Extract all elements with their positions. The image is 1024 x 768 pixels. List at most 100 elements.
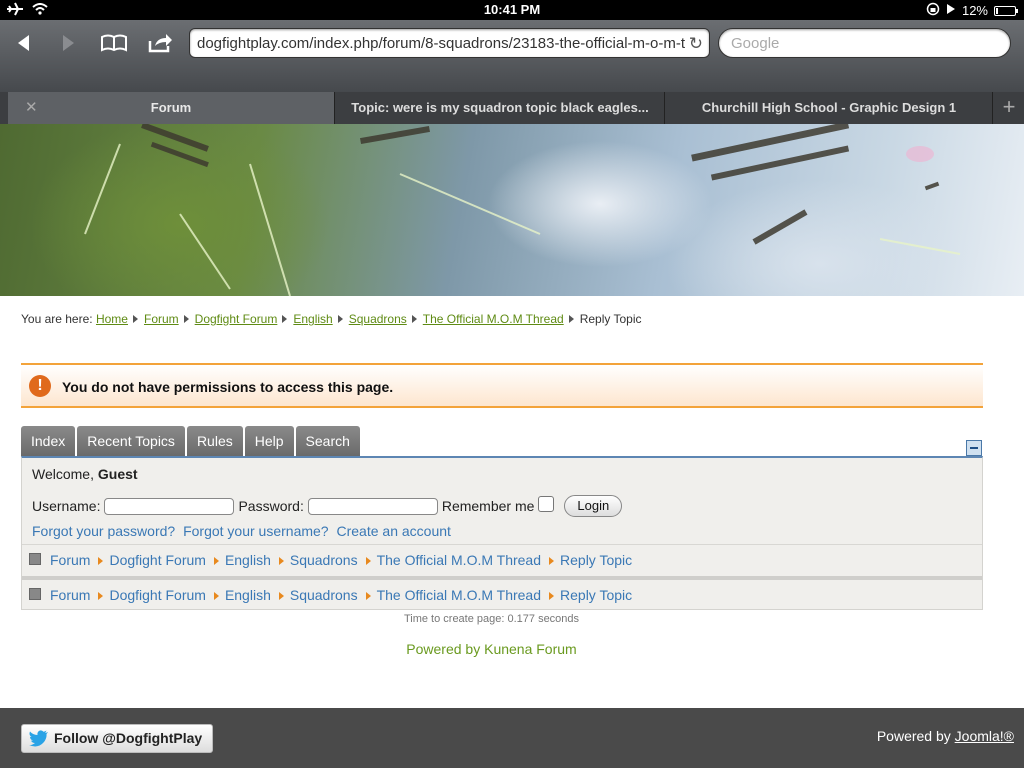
breadcrumb-english[interactable]: English [293, 312, 332, 326]
pathway-square-icon [29, 553, 41, 565]
pathway-item[interactable]: Forum [50, 587, 90, 603]
new-tab-button[interactable]: + [994, 92, 1024, 124]
pathway-item[interactable]: English [225, 587, 271, 603]
rotation-lock-icon [926, 2, 940, 19]
back-button[interactable] [6, 30, 42, 56]
browser-tab-topic[interactable]: Topic: were is my squadron topic black e… [336, 92, 665, 124]
forward-arrow-icon [63, 35, 74, 51]
browser-tab-churchill[interactable]: Churchill High School - Graphic Design 1 [666, 92, 993, 124]
breadcrumb-prefix: You are here: [21, 312, 93, 326]
browser-tab-forum[interactable]: ✕ Forum [8, 92, 335, 124]
pathway-item[interactable]: The Official M.O.M Thread [377, 552, 541, 568]
pathway-square-icon [29, 588, 41, 600]
pathway-arrow-icon [365, 592, 371, 600]
battery-percent: 12% [961, 3, 988, 18]
pathway-items: Forum Dogfight Forum English Squadrons The O… [50, 552, 632, 568]
site-banner [0, 124, 1024, 296]
breadcrumb-squadrons[interactable]: Squadrons [349, 312, 407, 326]
url-text: dogfightplay.com/index.php/forum/8-squad… [197, 35, 686, 52]
share-icon [148, 34, 172, 53]
url-field[interactable]: dogfightplay.com/index.php/forum/8-squad… [189, 28, 710, 58]
breadcrumb-mom-thread[interactable]: The Official M.O.M Thread [423, 312, 564, 326]
tab-label: Forum [150, 100, 192, 115]
back-arrow-icon [18, 35, 29, 51]
reload-icon[interactable]: ↻ [689, 34, 703, 54]
follow-twitter-button[interactable]: Follow @DogfightPlay [21, 724, 214, 753]
pathway-bottom: Forum Dogfight Forum English Squadrons The O… [22, 576, 982, 606]
breadcrumb-arrow-icon [282, 315, 288, 323]
pathway-item[interactable]: Squadrons [290, 587, 358, 603]
tab-label: Topic: were is my squadron topic black e… [351, 100, 649, 115]
pathway-arrow-icon [278, 557, 284, 565]
powered-by-kunena-link[interactable]: Powered by Kunena Forum [0, 641, 983, 657]
tab-rules[interactable]: Rules [186, 426, 243, 456]
welcome-prefix: Welcome, [32, 466, 94, 482]
breadcrumb-arrow-icon [183, 315, 189, 323]
pathway-arrow-icon [98, 592, 104, 600]
pathway-item[interactable]: Dogfight Forum [109, 587, 205, 603]
twitter-bird-icon [29, 730, 48, 747]
breadcrumb-dogfight-forum[interactable]: Dogfight Forum [195, 312, 278, 326]
collapse-icon[interactable] [966, 440, 982, 456]
powered-prefix: Powered by [876, 728, 951, 744]
pathway-arrow-icon [213, 557, 219, 565]
login-form: Username: Password: Remember me Login [32, 495, 623, 517]
warning-icon: ! [29, 375, 51, 397]
status-right: 12% [926, 2, 1018, 19]
biplane-scene-image [84, 124, 961, 296]
tab-help[interactable]: Help [244, 426, 294, 456]
pathway-arrow-icon [365, 557, 371, 565]
pathway-item[interactable]: Forum [50, 552, 90, 568]
password-input[interactable] [307, 497, 438, 515]
page-timing: Time to create page: 0.177 seconds [403, 613, 580, 625]
search-field[interactable]: Google [718, 28, 1011, 58]
remember-checkbox[interactable] [538, 496, 555, 512]
pathway-arrow-icon [549, 592, 555, 600]
pathway-item[interactable]: Reply Topic [560, 552, 632, 568]
status-bar: 10:41 PM 12% [0, 0, 1024, 20]
browser-tabs: ✕ Forum Topic: were is my squadron topic… [0, 92, 1024, 124]
breadcrumb-home[interactable]: Home [96, 312, 128, 326]
site-footer: Follow @DogfightPlay Powered by Joomla!® [0, 708, 1024, 768]
follow-label: Follow @DogfightPlay [54, 730, 203, 746]
powered-by-joomla: Powered by Joomla!® [877, 728, 1014, 744]
bookmarks-button[interactable] [96, 30, 132, 56]
pathway-arrow-icon [98, 557, 104, 565]
tab-index[interactable]: Index [21, 426, 76, 456]
login-button[interactable]: Login [564, 495, 623, 517]
welcome-text: Welcome, Guest [32, 466, 138, 482]
pathway-item[interactable]: English [225, 552, 271, 568]
play-icon [946, 3, 956, 18]
forgot-username-link[interactable]: Forgot your username? [183, 523, 329, 539]
alert-message: You do not have permissions to access th… [62, 379, 394, 395]
pathway-item[interactable]: Squadrons [290, 552, 358, 568]
close-tab-icon[interactable]: ✕ [25, 98, 38, 116]
account-links: Forgot your password? Forgot your userna… [32, 523, 455, 539]
tab-search[interactable]: Search [295, 426, 360, 456]
breadcrumb-current: Reply Topic [579, 312, 642, 326]
pathway-item[interactable]: The Official M.O.M Thread [377, 587, 541, 603]
breadcrumb-arrow-icon [568, 315, 574, 323]
breadcrumb-arrow-icon [411, 315, 417, 323]
welcome-user: Guest [97, 466, 138, 482]
forgot-password-link[interactable]: Forgot your password? [32, 523, 175, 539]
share-button[interactable] [142, 30, 178, 56]
breadcrumb-forum[interactable]: Forum [144, 312, 179, 326]
pathway-item[interactable]: Reply Topic [560, 587, 632, 603]
permission-alert: ! You do not have permissions to access … [21, 363, 983, 408]
create-account-link[interactable]: Create an account [337, 523, 451, 539]
breadcrumb-arrow-icon [337, 315, 343, 323]
username-input[interactable] [104, 497, 235, 515]
joomla-link[interactable]: Joomla!® [955, 728, 1014, 744]
remember-label: Remember me [441, 498, 535, 514]
pathway-item[interactable]: Dogfight Forum [109, 552, 205, 568]
password-label: Password: [238, 498, 304, 514]
login-panel: Welcome, Guest Username: Password: Remem… [21, 456, 983, 610]
pathway-items: Forum Dogfight Forum English Squadrons The O… [50, 587, 632, 603]
battery-icon [994, 5, 1018, 16]
forward-button[interactable] [50, 30, 86, 56]
pathway-arrow-icon [278, 592, 284, 600]
pathway-arrow-icon [549, 557, 555, 565]
tab-recent-topics[interactable]: Recent Topics [77, 426, 185, 456]
status-time: 10:41 PM [483, 2, 541, 17]
